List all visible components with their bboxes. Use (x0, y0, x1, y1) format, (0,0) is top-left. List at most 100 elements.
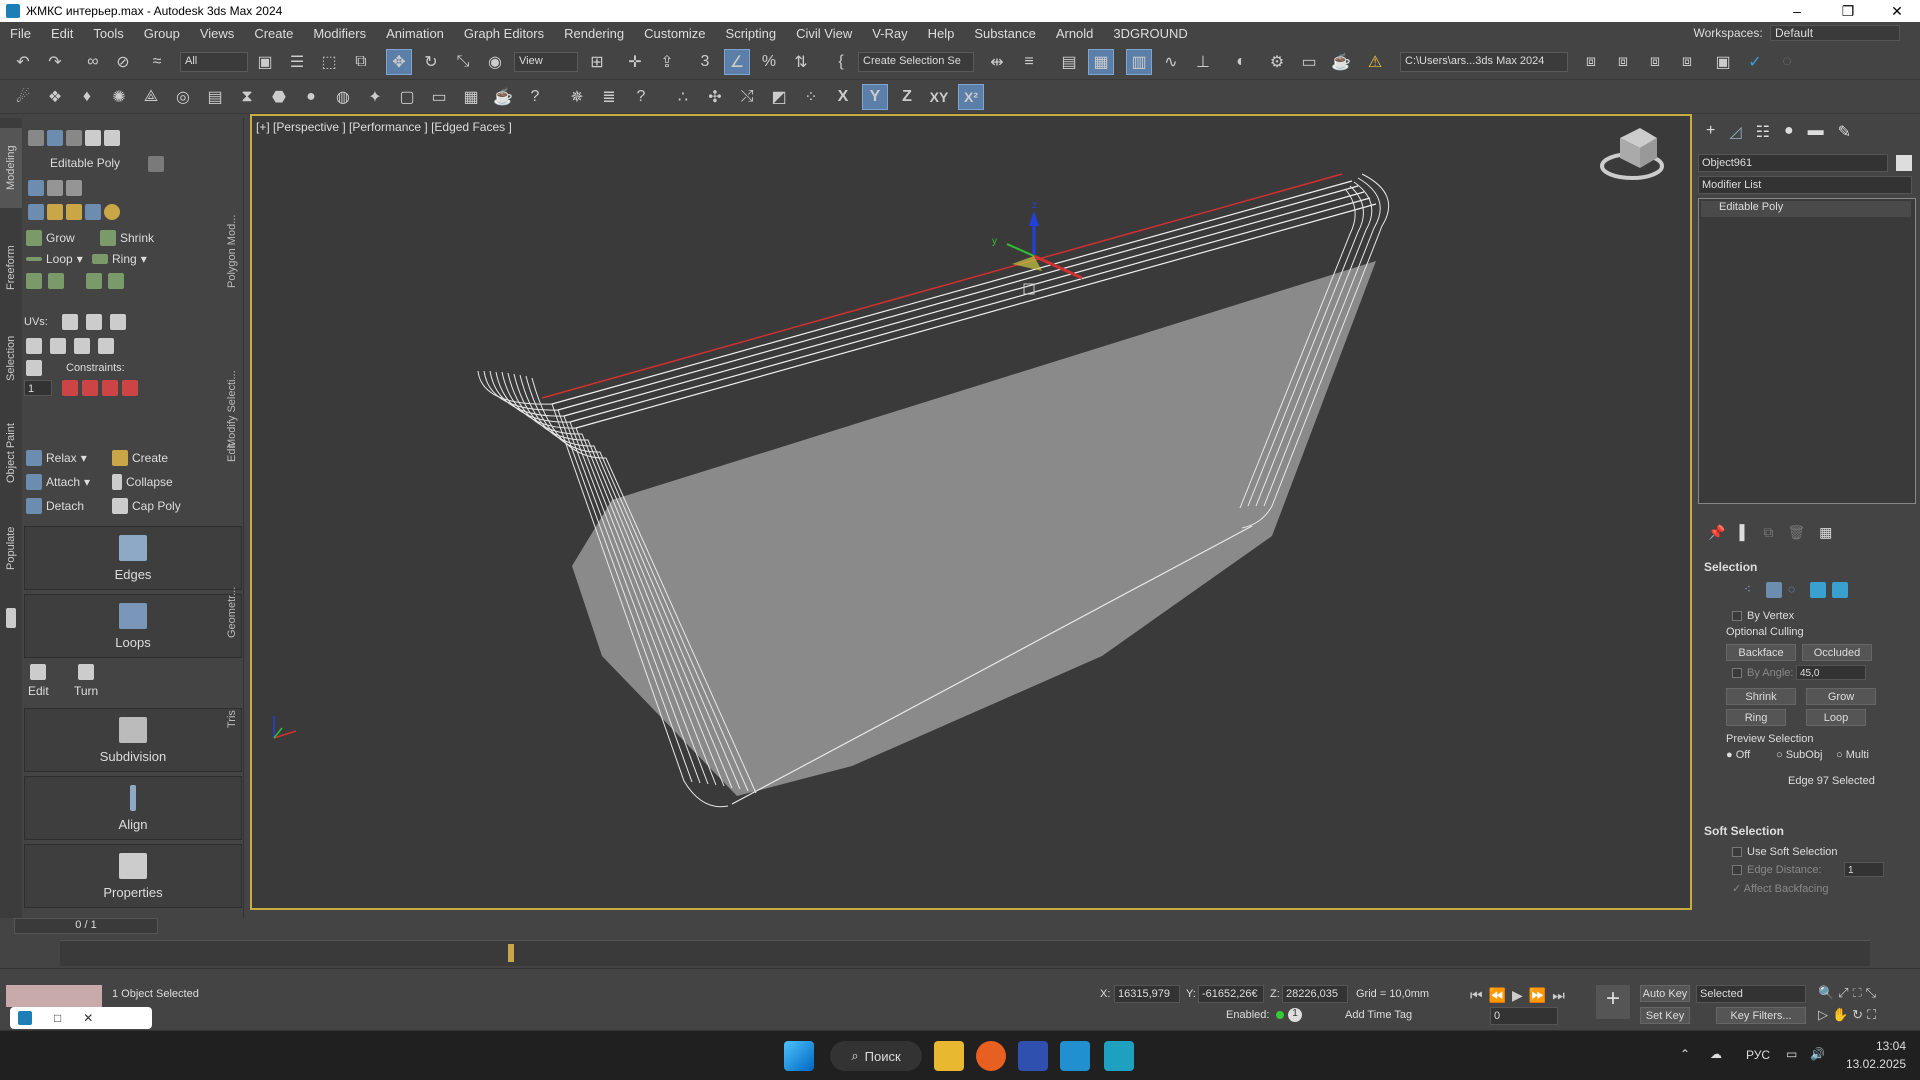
ring-button[interactable]: Ring ▾ (92, 252, 147, 266)
3dsmax-taskbar-icon[interactable] (1104, 1041, 1134, 1071)
side-geometry[interactable]: Geometr... (226, 448, 238, 638)
start-icon[interactable] (784, 1041, 814, 1071)
minimize-button[interactable]: – (1774, 0, 1820, 22)
render-production-icon[interactable]: ☕ (1328, 49, 1354, 75)
loop-button[interactable]: Loop ▾ (26, 252, 83, 266)
uv-grid-icon[interactable] (50, 338, 66, 354)
ring-button-panel[interactable]: Ring (1726, 709, 1786, 726)
backface-button[interactable]: Backface (1726, 644, 1796, 661)
vray-box-icon[interactable]: ▢ (394, 84, 420, 110)
loop-minus-icon[interactable] (48, 273, 64, 289)
uv-relax-icon[interactable] (62, 314, 78, 330)
menu-help[interactable]: Help (918, 26, 965, 41)
menu-modifiers[interactable]: Modifiers (303, 26, 376, 41)
tab-modeling[interactable]: Modeling (0, 128, 22, 208)
vray-teapot-icon[interactable]: ☕ (490, 84, 516, 110)
default-key-icon[interactable]: + (1596, 985, 1630, 1019)
attach-button[interactable]: Attach ▾ (26, 474, 90, 490)
angle-snap-icon[interactable]: ∠ (724, 49, 750, 75)
vray-objects-icon[interactable]: ❖ (42, 84, 68, 110)
maximize-button[interactable]: ❐ (1825, 0, 1871, 22)
tab-object-paint[interactable]: Object Paint (0, 408, 22, 498)
edge-distance-checkbox[interactable]: Edge Distance: (1732, 864, 1822, 876)
modifier-toggle-icon[interactable] (148, 156, 164, 172)
project-path-dropdown[interactable]: C:\Users\ars...3ds Max 2024 (1400, 52, 1568, 72)
snap-pivot-icon[interactable]: ✣ (702, 84, 728, 110)
edit-named-selection-icon[interactable]: { (828, 49, 854, 75)
detach-button[interactable]: Detach (26, 498, 84, 514)
menu-file[interactable]: File (0, 26, 41, 41)
constrain-x-button[interactable]: X (830, 84, 856, 110)
remove-modifier-icon[interactable]: 🗑 (1787, 524, 1805, 541)
vray-grid-icon[interactable]: ▦ (458, 84, 484, 110)
vray-help-icon[interactable]: ? (522, 84, 548, 110)
preview-subobj-radio[interactable]: ○ SubObj (1776, 749, 1822, 761)
select-move-icon[interactable]: ✥ (386, 49, 412, 75)
vray-sphere-icon[interactable]: ● (298, 84, 324, 110)
properties-button[interactable]: Properties (24, 844, 242, 908)
select-by-name-icon[interactable]: ☰ (284, 49, 310, 75)
side-polygon-mod[interactable]: Polygon Mod... (226, 138, 238, 288)
clock-time[interactable]: 13:04 (1846, 1039, 1906, 1053)
hierarchy-tab-icon[interactable]: ☷ (1756, 122, 1770, 144)
vray-fur-icon[interactable]: ⧗ (234, 84, 260, 110)
constrain-y-button[interactable]: Y (862, 84, 888, 110)
vertex-mode-icon[interactable] (28, 130, 44, 146)
clock-date[interactable]: 13.02.2025 (1836, 1057, 1906, 1071)
snap-edge-icon[interactable]: ⤭ (734, 84, 760, 110)
schematic-view-icon[interactable]: ⊥ (1190, 49, 1216, 75)
menu-graph-editors[interactable]: Graph Editors (454, 26, 554, 41)
maxscript-listener[interactable] (6, 985, 102, 1007)
element-level-icon[interactable] (1832, 582, 1848, 598)
grow-button[interactable]: Grow (26, 230, 75, 246)
constrain-xz-button[interactable]: X² (958, 84, 984, 110)
polygon-level-icon[interactable] (1810, 582, 1826, 598)
vray-proxy-icon[interactable]: ▤ (202, 84, 228, 110)
modify-tab-icon[interactable]: ◿ (1729, 122, 1741, 144)
constraint-edge-icon[interactable] (82, 380, 98, 396)
menu-rendering[interactable]: Rendering (554, 26, 634, 41)
select-place-icon[interactable]: ◉ (482, 49, 508, 75)
track-bar[interactable] (60, 940, 1870, 966)
preview-multi-radio[interactable]: ○ Multi (1836, 749, 1869, 761)
toggle-ribbon-icon[interactable]: ▥ (1126, 49, 1152, 75)
snap-face-icon[interactable]: ◩ (766, 84, 792, 110)
create-tab-icon[interactable]: + (1706, 122, 1715, 144)
use-soft-selection-checkbox[interactable]: Use Soft Selection (1732, 846, 1838, 858)
uv-options-icon[interactable] (98, 338, 114, 354)
time-marker[interactable] (508, 944, 514, 962)
select-by-angle-icon[interactable] (66, 204, 82, 220)
chart-app-icon[interactable] (1018, 1041, 1048, 1071)
vray-light-icon[interactable]: ✦ (362, 84, 388, 110)
workspaces-dropdown[interactable]: Default (1770, 25, 1900, 41)
snap-grid-icon[interactable]: ⁘ (798, 84, 824, 110)
lock-icon[interactable]: ◌ (1774, 49, 1800, 75)
viewcube-icon[interactable] (1600, 128, 1664, 180)
cap-poly-button[interactable]: Cap Poly (112, 498, 181, 514)
align-icon[interactable]: ≡ (1016, 49, 1042, 75)
affect-backfacing-checkbox[interactable]: ✓ Affect Backfacing (1732, 882, 1828, 895)
close-button[interactable]: ✕ (1874, 0, 1920, 22)
window-crossing-icon[interactable]: ⧉ (348, 49, 374, 75)
reference-coordinate-dropdown[interactable]: View (514, 52, 578, 72)
open-explorer-icon[interactable]: ⧈ (1610, 49, 1636, 75)
hide-unselected-icon[interactable] (85, 204, 101, 220)
network-icon[interactable]: ▭ (1786, 1047, 1797, 1061)
rect-selection-icon[interactable]: ⬚ (316, 49, 342, 75)
menu-civil-view[interactable]: Civil View (786, 26, 862, 41)
file-explorer-icon[interactable] (934, 1041, 964, 1071)
mini-restore-icon[interactable]: □ (54, 1011, 61, 1025)
viewport-nav-icons[interactable]: 🔍⤢⛶⤡ (1818, 985, 1880, 1001)
menu-arnold[interactable]: Arnold (1046, 26, 1104, 41)
curve-editor-icon[interactable]: ∿ (1158, 49, 1184, 75)
constrain-z-button[interactable]: Z (894, 84, 920, 110)
search-box[interactable]: ⌕ Поиск (830, 1041, 922, 1071)
project-folder-icon[interactable]: ⧈ (1578, 49, 1604, 75)
menu-animation[interactable]: Animation (376, 26, 454, 41)
vray-light-bulb-icon[interactable]: ♦ (74, 84, 100, 110)
toggle-scene-explorer-icon[interactable]: ▤ (1056, 49, 1082, 75)
auto-key-button[interactable]: Auto Key (1640, 985, 1690, 1002)
onedrive-icon[interactable]: ☁ (1710, 1047, 1722, 1061)
mirror-icon[interactable]: ⇹ (984, 49, 1010, 75)
shrink-button[interactable]: Shrink (100, 230, 154, 246)
